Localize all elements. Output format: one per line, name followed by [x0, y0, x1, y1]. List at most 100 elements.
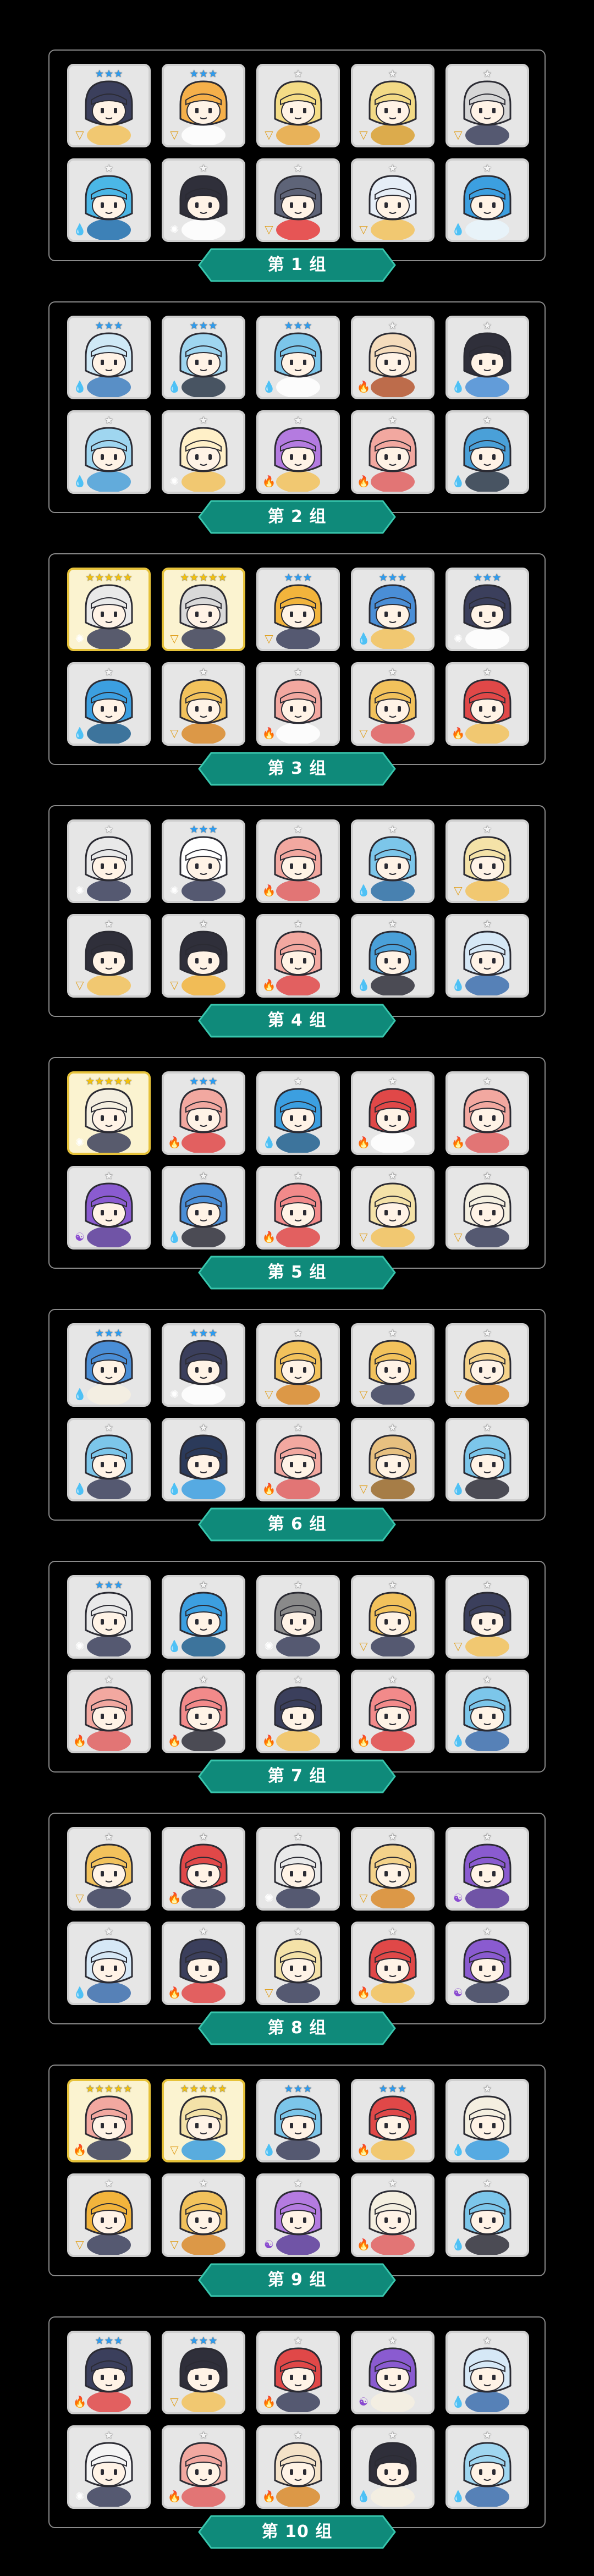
character-card[interactable]: ★ ▽ [351, 1323, 435, 1407]
character-card[interactable]: ★ 💧 [67, 662, 151, 746]
character-card[interactable]: ★ ★ ★ 💧 [256, 2079, 340, 2162]
character-card[interactable]: ★ ▽ [162, 914, 245, 998]
character-card[interactable]: ★ 🔥 [351, 1670, 435, 1753]
character-card[interactable]: ★ 💧 [162, 1575, 245, 1659]
character-card[interactable]: ★ ★ ★ ★ ★ 🔥 [67, 2079, 151, 2162]
character-card[interactable]: ★ ▽ [446, 1166, 529, 1250]
character-card[interactable]: ★ ★ ★ 🔥 [162, 1071, 245, 1155]
character-card[interactable]: ★ ▽ [162, 2173, 245, 2257]
character-card[interactable]: ★ 💧 [446, 914, 529, 998]
character-card[interactable]: ★ 💧 [67, 158, 151, 242]
character-card[interactable]: ★ ★ ★ ▽ [162, 64, 245, 147]
character-card[interactable]: ★ ▽ [446, 1575, 529, 1659]
character-card[interactable]: ★ ★ ★ 💧 [256, 316, 340, 399]
character-card[interactable]: ★ 🔥 [162, 2425, 245, 2509]
character-card[interactable]: ★ 💧 [351, 819, 435, 903]
character-card[interactable]: ★ ▽ [351, 1166, 435, 1250]
character-card[interactable]: ★ ★ ★ ▽ [162, 2331, 245, 2414]
character-card[interactable]: ★ ★ ★ ▽ [256, 568, 340, 651]
character-card[interactable]: ★ ▽ [256, 1323, 340, 1407]
character-card[interactable]: ★ 🔥 [256, 819, 340, 903]
character-card[interactable]: ★ ▽ [351, 64, 435, 147]
character-card[interactable]: ★ ▽ [67, 2173, 151, 2257]
character-card[interactable]: ★ ★ ★ ✺ [162, 1323, 245, 1407]
character-card[interactable]: ★ ✺ [162, 410, 245, 494]
character-card[interactable]: ★ 🔥 [256, 914, 340, 998]
character-card[interactable]: ★ ✺ [256, 1827, 340, 1911]
character-card[interactable]: ★ 🔥 [67, 1670, 151, 1753]
character-card[interactable]: ★ ✺ [256, 1575, 340, 1659]
character-card[interactable]: ★ ▽ [256, 158, 340, 242]
character-card[interactable]: ★ 🔥 [351, 1071, 435, 1155]
character-card[interactable]: ★ ▽ [446, 819, 529, 903]
character-card[interactable]: ★ 💧 [446, 410, 529, 494]
character-card[interactable]: ★ ☯ [351, 2331, 435, 2414]
character-card[interactable]: ★ 🔥 [162, 1827, 245, 1911]
character-card[interactable]: ★ ★ ★ 💧 [67, 316, 151, 399]
character-card[interactable]: ★ ▽ [67, 1827, 151, 1911]
character-card[interactable]: ★ 💧 [446, 2331, 529, 2414]
character-card[interactable]: ★ 💧 [446, 1670, 529, 1753]
character-card[interactable]: ★ 🔥 [162, 1670, 245, 1753]
character-card[interactable]: ★ ★ ★ ★ ★ ▽ [162, 2079, 245, 2162]
character-card[interactable]: ★ ★ ★ 💧 [162, 316, 245, 399]
character-card[interactable]: ★ 💧 [256, 1071, 340, 1155]
character-card[interactable]: ★ 💧 [162, 1418, 245, 1501]
character-card[interactable]: ★ ▽ [351, 1418, 435, 1501]
character-card[interactable]: ★ 🔥 [256, 1166, 340, 1250]
character-card[interactable]: ★ ☯ [446, 1827, 529, 1911]
character-card[interactable]: ★ ★ ★ 💧 [67, 1323, 151, 1407]
character-card[interactable]: ★ 🔥 [256, 2331, 340, 2414]
character-card[interactable]: ★ 💧 [67, 1418, 151, 1501]
character-card[interactable]: ★ ★ ★ ✺ [162, 819, 245, 903]
character-card[interactable]: ★ 🔥 [351, 316, 435, 399]
character-card[interactable]: ★ 💧 [446, 158, 529, 242]
character-card[interactable]: ★ ★ ★ ★ ★ ✺ [67, 568, 151, 651]
character-card[interactable]: ★ 💧 [67, 410, 151, 494]
character-card[interactable]: ★ 💧 [351, 914, 435, 998]
character-card[interactable]: ★ 🔥 [256, 1418, 340, 1501]
character-card[interactable]: ★ ★ ★ ★ ★ ✺ [67, 1071, 151, 1155]
character-card[interactable]: ★ 💧 [162, 1166, 245, 1250]
character-card[interactable]: ★ ☯ [67, 1166, 151, 1250]
character-card[interactable]: ★ ★ ★ ✺ [446, 568, 529, 651]
character-card[interactable]: ★ ★ ★ ✺ [67, 1575, 151, 1659]
character-card[interactable]: ★ ▽ [351, 158, 435, 242]
character-card[interactable]: ★ ▽ [446, 64, 529, 147]
character-card[interactable]: ★ 🔥 [256, 662, 340, 746]
character-card[interactable]: ★ ★ ★ ▽ [67, 64, 151, 147]
character-card[interactable]: ★ ✺ [67, 2425, 151, 2509]
character-card[interactable]: ★ 🔥 [351, 1922, 435, 2005]
character-card[interactable]: ★ ✺ [162, 158, 245, 242]
character-card[interactable]: ★ ★ ★ ★ ★ ▽ [162, 568, 245, 651]
character-card[interactable]: ★ 🔥 [256, 410, 340, 494]
character-card[interactable]: ★ 💧 [446, 2425, 529, 2509]
character-card[interactable]: ★ 🔥 [162, 1922, 245, 2005]
character-card[interactable]: ★ ✺ [67, 819, 151, 903]
character-card[interactable]: ★ ★ ★ 🔥 [351, 2079, 435, 2162]
character-card[interactable]: ★ ▽ [256, 64, 340, 147]
character-card[interactable]: ★ ▽ [351, 662, 435, 746]
character-card[interactable]: ★ 💧 [67, 1922, 151, 2005]
character-card[interactable]: ★ 💧 [446, 2079, 529, 2162]
character-card[interactable]: ★ ▽ [351, 1827, 435, 1911]
character-card[interactable]: ★ ▽ [351, 1575, 435, 1659]
character-card[interactable]: ★ ★ ★ 💧 [351, 568, 435, 651]
character-card[interactable]: ★ ▽ [256, 1922, 340, 2005]
character-card[interactable]: ★ 🔥 [256, 2425, 340, 2509]
character-card[interactable]: ★ ☯ [256, 2173, 340, 2257]
character-card[interactable]: ★ ▽ [162, 662, 245, 746]
character-card[interactable]: ★ 🔥 [351, 2173, 435, 2257]
character-card[interactable]: ★ 💧 [446, 316, 529, 399]
character-card[interactable]: ★ 💧 [351, 2425, 435, 2509]
character-card[interactable]: ★ 🔥 [446, 1071, 529, 1155]
character-card[interactable]: ★ 💧 [446, 2173, 529, 2257]
character-card[interactable]: ★ ★ ★ 🔥 [67, 2331, 151, 2414]
character-card[interactable]: ★ 🔥 [351, 410, 435, 494]
character-card[interactable]: ★ 🔥 [446, 662, 529, 746]
character-card[interactable]: ★ ☯ [446, 1922, 529, 2005]
character-card[interactable]: ★ ▽ [67, 914, 151, 998]
character-card[interactable]: ★ 🔥 [256, 1670, 340, 1753]
character-card[interactable]: ★ 💧 [446, 1418, 529, 1501]
character-card[interactable]: ★ ▽ [446, 1323, 529, 1407]
